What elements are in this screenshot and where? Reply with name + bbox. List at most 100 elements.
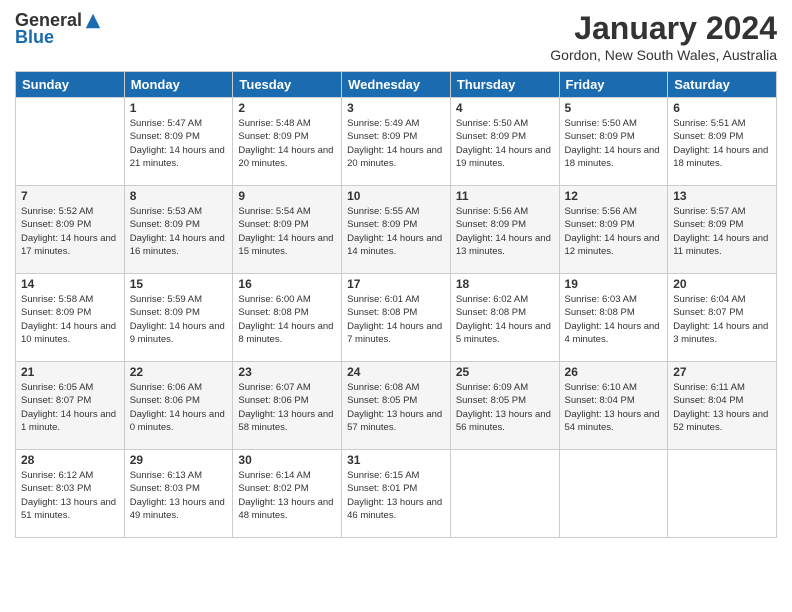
calendar-cell: 30Sunrise: 6:14 AM Sunset: 8:02 PM Dayli…	[233, 450, 342, 538]
day-info: Sunrise: 5:56 AM Sunset: 8:09 PM Dayligh…	[456, 205, 554, 258]
calendar-cell: 12Sunrise: 5:56 AM Sunset: 8:09 PM Dayli…	[559, 186, 668, 274]
calendar-cell: 15Sunrise: 5:59 AM Sunset: 8:09 PM Dayli…	[124, 274, 233, 362]
day-info: Sunrise: 5:50 AM Sunset: 8:09 PM Dayligh…	[456, 117, 554, 170]
calendar-cell: 8 Sunrise: 5:53 AM Sunset: 8:09 PM Daylig…	[124, 186, 233, 274]
day-number: 30	[238, 453, 336, 467]
day-number: 3	[347, 101, 445, 115]
location: Gordon, New South Wales, Australia	[550, 47, 777, 63]
day-info: Sunrise: 6:08 AM Sunset: 8:05 PM Dayligh…	[347, 381, 445, 434]
title-section: January 2024 Gordon, New South Wales, Au…	[550, 10, 777, 63]
calendar-cell	[16, 98, 125, 186]
day-number: 24	[347, 365, 445, 379]
day-info: Sunrise: 5:51 AM Sunset: 8:09 PM Dayligh…	[673, 117, 771, 170]
day-number: 19	[565, 277, 663, 291]
day-number: 7	[21, 189, 119, 203]
header: General Blue January 2024 Gordon, New So…	[15, 10, 777, 63]
calendar-cell: 13 Sunrise: 5:57 AM Sunset: 8:09 PM Dayli…	[668, 186, 777, 274]
calendar-cell: 31 Sunrise: 6:15 AM Sunset: 8:01 PM Dayli…	[342, 450, 451, 538]
calendar-cell: 4 Sunrise: 5:50 AM Sunset: 8:09 PM Daylig…	[450, 98, 559, 186]
day-info: Sunrise: 5:47 AM Sunset: 8:09 PM Dayligh…	[130, 117, 228, 170]
day-number: 2	[238, 101, 336, 115]
month-title: January 2024	[550, 10, 777, 47]
day-number: 5	[565, 101, 663, 115]
col-friday: Friday	[559, 72, 668, 98]
calendar-cell: 1 Sunrise: 5:47 AM Sunset: 8:09 PM Daylig…	[124, 98, 233, 186]
day-number: 1	[130, 101, 228, 115]
day-info: Sunrise: 5:52 AM Sunset: 8:09 PM Dayligh…	[21, 205, 119, 258]
day-info: Sunrise: 6:07 AM Sunset: 8:06 PM Dayligh…	[238, 381, 336, 434]
day-info: Sunrise: 5:54 AM Sunset: 8:09 PM Dayligh…	[238, 205, 336, 258]
col-monday: Monday	[124, 72, 233, 98]
calendar-cell	[668, 450, 777, 538]
day-info: Sunrise: 6:01 AM Sunset: 8:08 PM Dayligh…	[347, 293, 445, 346]
calendar-cell: 2 Sunrise: 5:48 AM Sunset: 8:09 PM Daylig…	[233, 98, 342, 186]
day-number: 15	[130, 277, 228, 291]
col-sunday: Sunday	[16, 72, 125, 98]
calendar-cell: 5Sunrise: 5:50 AM Sunset: 8:09 PM Daylig…	[559, 98, 668, 186]
day-number: 10	[347, 189, 445, 203]
day-info: Sunrise: 6:11 AM Sunset: 8:04 PM Dayligh…	[673, 381, 771, 434]
calendar-cell: 25Sunrise: 6:09 AM Sunset: 8:05 PM Dayli…	[450, 362, 559, 450]
day-number: 4	[456, 101, 554, 115]
logo-blue: Blue	[15, 27, 54, 48]
day-number: 22	[130, 365, 228, 379]
day-info: Sunrise: 6:13 AM Sunset: 8:03 PM Dayligh…	[130, 469, 228, 522]
day-info: Sunrise: 5:58 AM Sunset: 8:09 PM Dayligh…	[21, 293, 119, 346]
day-info: Sunrise: 6:00 AM Sunset: 8:08 PM Dayligh…	[238, 293, 336, 346]
week-row-2: 7 Sunrise: 5:52 AM Sunset: 8:09 PM Daylig…	[16, 186, 777, 274]
day-number: 6	[673, 101, 771, 115]
day-info: Sunrise: 5:53 AM Sunset: 8:09 PM Dayligh…	[130, 205, 228, 258]
day-number: 20	[673, 277, 771, 291]
day-info: Sunrise: 6:05 AM Sunset: 8:07 PM Dayligh…	[21, 381, 119, 434]
calendar-cell: 19Sunrise: 6:03 AM Sunset: 8:08 PM Dayli…	[559, 274, 668, 362]
calendar-header-row: Sunday Monday Tuesday Wednesday Thursday…	[16, 72, 777, 98]
day-info: Sunrise: 6:12 AM Sunset: 8:03 PM Dayligh…	[21, 469, 119, 522]
day-info: Sunrise: 6:06 AM Sunset: 8:06 PM Dayligh…	[130, 381, 228, 434]
calendar-cell: 22 Sunrise: 6:06 AM Sunset: 8:06 PM Dayli…	[124, 362, 233, 450]
day-number: 28	[21, 453, 119, 467]
day-info: Sunrise: 5:57 AM Sunset: 8:09 PM Dayligh…	[673, 205, 771, 258]
page: General Blue January 2024 Gordon, New So…	[0, 0, 792, 612]
day-info: Sunrise: 6:04 AM Sunset: 8:07 PM Dayligh…	[673, 293, 771, 346]
day-number: 29	[130, 453, 228, 467]
day-number: 25	[456, 365, 554, 379]
day-info: Sunrise: 5:55 AM Sunset: 8:09 PM Dayligh…	[347, 205, 445, 258]
col-tuesday: Tuesday	[233, 72, 342, 98]
col-thursday: Thursday	[450, 72, 559, 98]
calendar-cell: 26Sunrise: 6:10 AM Sunset: 8:04 PM Dayli…	[559, 362, 668, 450]
calendar-cell: 3 Sunrise: 5:49 AM Sunset: 8:09 PM Daylig…	[342, 98, 451, 186]
day-info: Sunrise: 5:48 AM Sunset: 8:09 PM Dayligh…	[238, 117, 336, 170]
calendar-cell: 28 Sunrise: 6:12 AM Sunset: 8:03 PM Dayli…	[16, 450, 125, 538]
calendar-cell: 11Sunrise: 5:56 AM Sunset: 8:09 PM Dayli…	[450, 186, 559, 274]
calendar-cell: 6 Sunrise: 5:51 AM Sunset: 8:09 PM Daylig…	[668, 98, 777, 186]
calendar-cell: 9Sunrise: 5:54 AM Sunset: 8:09 PM Daylig…	[233, 186, 342, 274]
day-number: 23	[238, 365, 336, 379]
calendar-cell: 29 Sunrise: 6:13 AM Sunset: 8:03 PM Dayli…	[124, 450, 233, 538]
logo: General Blue	[15, 10, 102, 48]
week-row-4: 21 Sunrise: 6:05 AM Sunset: 8:07 PM Dayli…	[16, 362, 777, 450]
day-info: Sunrise: 5:49 AM Sunset: 8:09 PM Dayligh…	[347, 117, 445, 170]
day-info: Sunrise: 6:10 AM Sunset: 8:04 PM Dayligh…	[565, 381, 663, 434]
day-number: 14	[21, 277, 119, 291]
week-row-5: 28 Sunrise: 6:12 AM Sunset: 8:03 PM Dayli…	[16, 450, 777, 538]
calendar-cell: 23 Sunrise: 6:07 AM Sunset: 8:06 PM Dayli…	[233, 362, 342, 450]
calendar: Sunday Monday Tuesday Wednesday Thursday…	[15, 71, 777, 538]
day-number: 17	[347, 277, 445, 291]
logo-icon	[84, 12, 102, 30]
week-row-3: 14 Sunrise: 5:58 AM Sunset: 8:09 PM Dayli…	[16, 274, 777, 362]
day-info: Sunrise: 5:56 AM Sunset: 8:09 PM Dayligh…	[565, 205, 663, 258]
calendar-cell: 7 Sunrise: 5:52 AM Sunset: 8:09 PM Daylig…	[16, 186, 125, 274]
calendar-cell: 16Sunrise: 6:00 AM Sunset: 8:08 PM Dayli…	[233, 274, 342, 362]
day-number: 27	[673, 365, 771, 379]
calendar-cell: 10 Sunrise: 5:55 AM Sunset: 8:09 PM Dayli…	[342, 186, 451, 274]
day-number: 31	[347, 453, 445, 467]
week-row-1: 1 Sunrise: 5:47 AM Sunset: 8:09 PM Daylig…	[16, 98, 777, 186]
calendar-cell: 14 Sunrise: 5:58 AM Sunset: 8:09 PM Dayli…	[16, 274, 125, 362]
day-number: 13	[673, 189, 771, 203]
calendar-cell: 20 Sunrise: 6:04 AM Sunset: 8:07 PM Dayli…	[668, 274, 777, 362]
day-number: 8	[130, 189, 228, 203]
calendar-cell: 18Sunrise: 6:02 AM Sunset: 8:08 PM Dayli…	[450, 274, 559, 362]
calendar-cell: 17 Sunrise: 6:01 AM Sunset: 8:08 PM Dayli…	[342, 274, 451, 362]
day-info: Sunrise: 6:15 AM Sunset: 8:01 PM Dayligh…	[347, 469, 445, 522]
day-number: 21	[21, 365, 119, 379]
